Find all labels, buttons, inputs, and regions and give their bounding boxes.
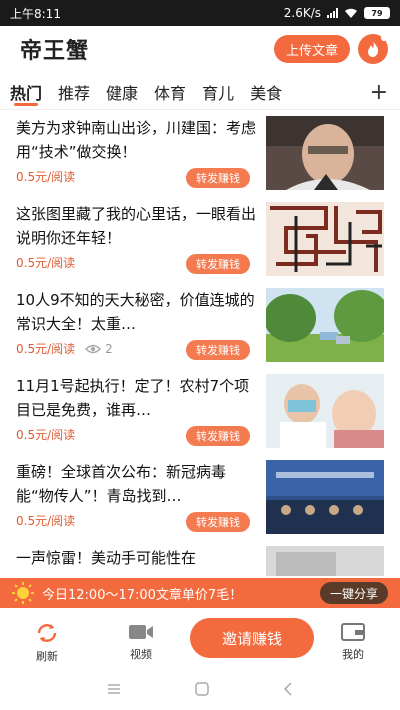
notification-dot bbox=[381, 35, 387, 41]
article-price: 0.5元/阅读 bbox=[16, 428, 76, 442]
nav-video[interactable]: 视频 bbox=[96, 622, 186, 662]
article-meta: 0.5元/阅读 bbox=[16, 512, 75, 529]
article-title[interactable]: 美方为求钟南山出诊，川建国：考虑用“技术”做交换！ bbox=[16, 116, 260, 164]
share-earn-button[interactable]: 转发赚钱 bbox=[186, 254, 250, 274]
wifi-icon bbox=[345, 8, 357, 18]
article-meta: 0.5元/阅读 bbox=[16, 254, 75, 271]
share-earn-button[interactable]: 转发赚钱 bbox=[186, 512, 250, 532]
status-bar: 上午8:11 2.6K/s 79 bbox=[0, 0, 400, 26]
invite-earn-button[interactable]: 邀请赚钱 bbox=[190, 618, 314, 658]
add-tab-icon[interactable]: + bbox=[370, 74, 388, 110]
back-icon[interactable] bbox=[283, 682, 293, 696]
one-click-share-button[interactable]: 一键分享 bbox=[319, 582, 388, 604]
bottom-nav: 刷新 视频 邀请赚钱 我的 bbox=[0, 614, 400, 666]
article-thumbnail[interactable] bbox=[266, 288, 384, 362]
article-title[interactable]: 一声惊雷！美动手可能性在 bbox=[16, 546, 260, 576]
article-thumbnail[interactable] bbox=[266, 546, 384, 576]
article-thumbnail[interactable] bbox=[266, 202, 384, 276]
article-thumbnail[interactable] bbox=[266, 116, 384, 190]
article-title[interactable]: 这张图里藏了我的心里话，一眼看出说明你还年轻！ bbox=[16, 202, 260, 250]
upload-article-button[interactable]: 上传文章 bbox=[273, 35, 350, 63]
refresh-icon bbox=[37, 624, 57, 642]
nav-refresh[interactable]: 刷新 bbox=[2, 622, 92, 664]
article-meta: 0.5元/阅读 bbox=[16, 168, 75, 185]
status-time: 上午8:11 bbox=[10, 6, 61, 21]
tab-food[interactable]: 美食 bbox=[250, 74, 282, 110]
nav-mine[interactable]: 我的 bbox=[308, 622, 398, 662]
article-price: 0.5元/阅读 bbox=[16, 170, 76, 184]
sun-icon bbox=[12, 582, 34, 604]
tab-health[interactable]: 健康 bbox=[106, 74, 138, 110]
app-header: 帝王蟹 上传文章 bbox=[0, 26, 400, 72]
eye-icon bbox=[85, 344, 102, 353]
article-item[interactable]: 这张图里藏了我的心里话，一眼看出说明你还年轻！ 0.5元/阅读 转发赚钱 bbox=[0, 198, 400, 284]
status-icons: 2.6K/s 79 bbox=[284, 6, 390, 20]
article-thumbnail[interactable] bbox=[266, 374, 384, 448]
article-meta: 0.5元/阅读 bbox=[16, 426, 75, 443]
wallet-icon bbox=[341, 623, 365, 641]
home-icon[interactable] bbox=[195, 682, 209, 696]
promo-banner[interactable]: 今日12:00～17:00文章单价7毛！ 一键分享 bbox=[0, 578, 400, 608]
article-item[interactable]: 11月1号起执行！定了！农村7个项目已是免费，谁再… 0.5元/阅读 转发赚钱 bbox=[0, 370, 400, 456]
nav-refresh-label: 刷新 bbox=[36, 650, 58, 663]
category-tabs: 热门 推荐 健康 体育 育儿 美食 + bbox=[0, 74, 400, 110]
network-speed: 2.6K/s bbox=[283, 6, 321, 20]
signal-icon bbox=[327, 8, 338, 18]
fire-icon bbox=[368, 41, 379, 57]
article-item[interactable]: 一声惊雷！美动手可能性在 bbox=[0, 542, 400, 576]
system-nav-bar bbox=[0, 668, 400, 710]
article-meta: 0.5元/阅读 2 bbox=[16, 340, 113, 357]
article-item[interactable]: 重磅！全球首次公布：新冠病毒能“物传人”！青岛找到… 0.5元/阅读 转发赚钱 bbox=[0, 456, 400, 542]
article-thumbnail[interactable] bbox=[266, 460, 384, 534]
article-price: 0.5元/阅读 bbox=[16, 256, 76, 270]
share-earn-button[interactable]: 转发赚钱 bbox=[186, 340, 250, 360]
share-earn-button[interactable]: 转发赚钱 bbox=[186, 168, 250, 188]
article-title[interactable]: 10人9不知的天大秘密，价值连城的常识大全！太重… bbox=[16, 288, 260, 336]
menu-icon[interactable] bbox=[107, 683, 121, 695]
article-price: 0.5元/阅读 bbox=[16, 514, 76, 528]
video-icon bbox=[129, 625, 153, 639]
article-item[interactable]: 美方为求钟南山出诊，川建国：考虑用“技术”做交换！ 0.5元/阅读 转发赚钱 bbox=[0, 112, 400, 198]
tab-sports[interactable]: 体育 bbox=[154, 74, 186, 110]
tab-hot[interactable]: 热门 bbox=[10, 74, 42, 110]
nav-mine-label: 我的 bbox=[342, 648, 364, 661]
article-title[interactable]: 11月1号起执行！定了！农村7个项目已是免费，谁再… bbox=[16, 374, 260, 422]
view-count-value: 2 bbox=[105, 341, 113, 356]
tab-recommend[interactable]: 推荐 bbox=[58, 74, 90, 110]
promo-text: 今日12:00～17:00文章单价7毛！ bbox=[42, 587, 243, 603]
app-title: 帝王蟹 bbox=[20, 39, 90, 64]
share-earn-button[interactable]: 转发赚钱 bbox=[186, 426, 250, 446]
article-price: 0.5元/阅读 bbox=[16, 342, 76, 356]
tab-parenting[interactable]: 育儿 bbox=[202, 74, 234, 110]
nav-video-label: 视频 bbox=[130, 648, 152, 661]
article-item[interactable]: 10人9不知的天大秘密，价值连城的常识大全！太重… 0.5元/阅读 2 转发赚钱 bbox=[0, 284, 400, 370]
battery-icon: 79 bbox=[364, 7, 390, 19]
article-feed: 美方为求钟南山出诊，川建国：考虑用“技术”做交换！ 0.5元/阅读 转发赚钱 这… bbox=[0, 112, 400, 576]
view-count: 2 bbox=[85, 342, 113, 356]
article-title[interactable]: 重磅！全球首次公布：新冠病毒能“物传人”！青岛找到… bbox=[16, 460, 260, 508]
fire-button[interactable] bbox=[358, 34, 388, 64]
